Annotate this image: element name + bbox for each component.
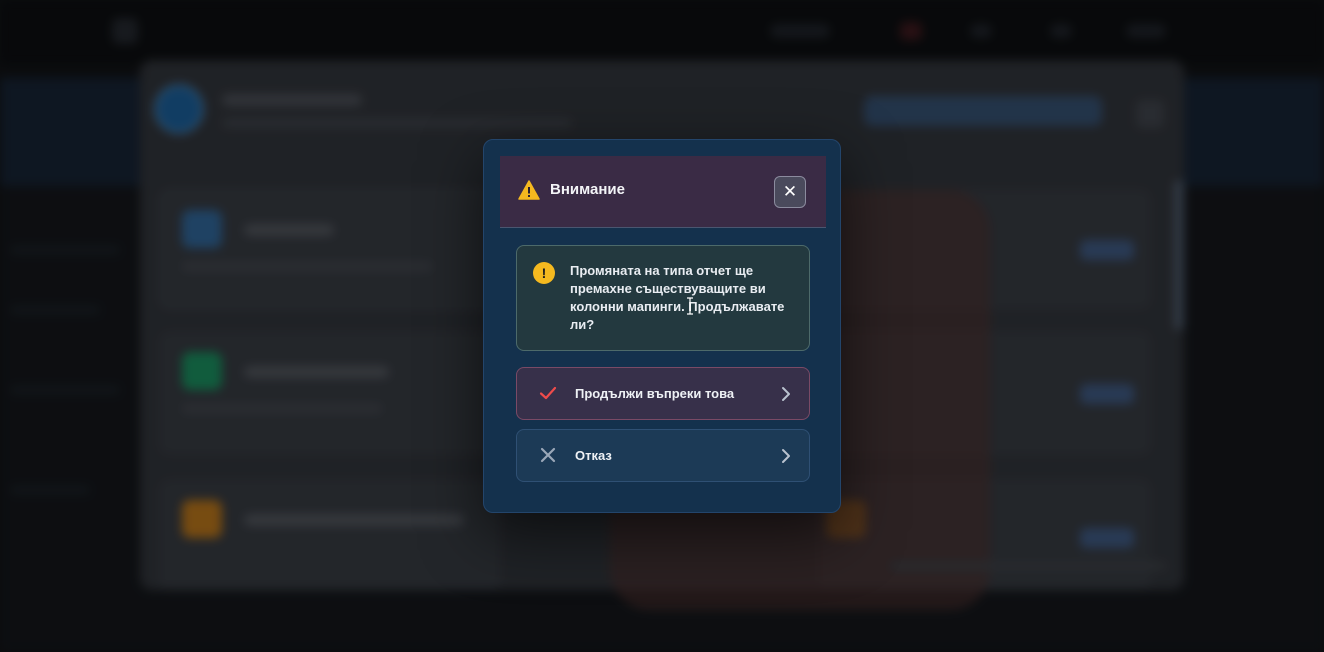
exclamation-icon: ! [533,262,555,284]
warning-message-box: ! Промяната на типа отчет ще премахне съ… [516,245,810,351]
continue-anyway-button[interactable]: Продължи въпреки това [516,367,810,420]
cancel-label: Отказ [575,448,612,463]
dialog-title: Внимание [550,181,625,198]
chevron-right-icon [782,387,790,401]
close-button[interactable]: ✕ [774,176,806,208]
warning-message-text: Промяната на типа отчет ще премахне съще… [570,263,785,332]
chevron-right-icon [782,449,790,463]
cancel-button[interactable]: Отказ [516,429,810,482]
continue-anyway-label: Продължи въпреки това [575,386,735,401]
dialog-header: Внимание ✕ [500,156,826,228]
text-cursor-icon [687,297,693,315]
app-root: Внимание ✕ ! Промяната на типа отчет ще … [0,0,1324,652]
confirm-dialog: Внимание ✕ ! Промяната на типа отчет ще … [483,139,841,513]
warning-icon [518,180,540,200]
x-icon [540,447,556,463]
close-icon: ✕ [782,182,798,201]
check-icon [539,386,557,400]
